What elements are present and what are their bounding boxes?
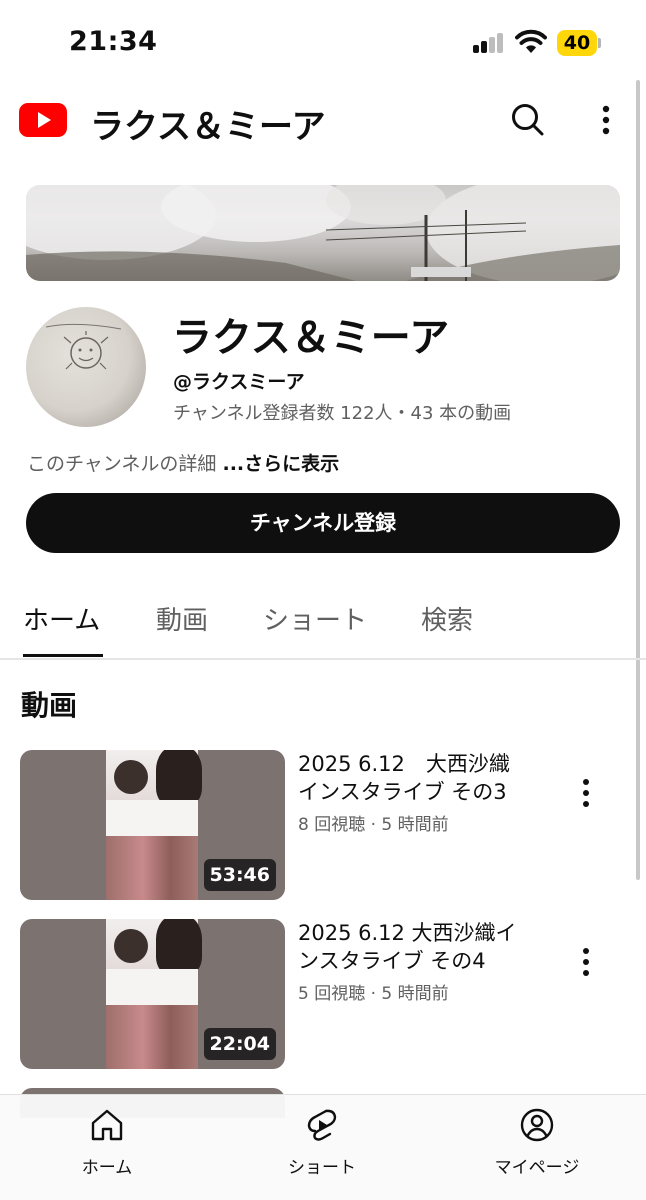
channel-description-text: このチャンネルの詳細: [27, 453, 223, 475]
video-item[interactable]: 22:04 2025 6.12 大西沙織イ ンスタライブ その4 5 回視聴 ·…: [0, 919, 646, 1069]
section-title: 動画: [21, 689, 78, 722]
search-icon[interactable]: [508, 100, 548, 140]
nav-home-label: ホーム: [81, 1158, 133, 1178]
video-more-icon[interactable]: [573, 945, 599, 979]
wifi-icon: [515, 29, 547, 53]
show-more-link[interactable]: ...さらに表示: [222, 453, 339, 475]
video-title[interactable]: 2025 6.12 大西沙織イ ンスタライブ その4: [298, 919, 548, 975]
channel-avatar[interactable]: [26, 307, 146, 427]
battery-percent: 40: [563, 32, 591, 54]
app-header: ラクス＆ミーア: [0, 80, 646, 160]
nav-shorts[interactable]: ショート: [252, 1095, 392, 1200]
active-tab-indicator: [23, 654, 103, 657]
channel-name: ラクス＆ミーア: [172, 315, 450, 361]
status-bar: 21:34 40: [0, 0, 646, 80]
profile-icon: [520, 1108, 554, 1142]
video-title[interactable]: 2025 6.12 大西沙織 インスタライブ その3: [298, 750, 548, 806]
youtube-logo-icon[interactable]: [19, 103, 67, 137]
video-item[interactable]: 53:46 2025 6.12 大西沙織 インスタライブ その3 8 回視聴 ·…: [0, 750, 646, 900]
more-options-icon[interactable]: [592, 100, 620, 140]
video-meta: 8 回視聴 · 5 時間前: [298, 815, 449, 835]
video-meta: 5 回視聴 · 5 時間前: [298, 984, 449, 1004]
nav-my-page-label: マイページ: [494, 1158, 580, 1178]
nav-home[interactable]: ホーム: [37, 1095, 177, 1200]
subscribe-button[interactable]: チャンネル登録: [26, 493, 620, 553]
status-time: 21:34: [69, 26, 158, 57]
home-icon: [91, 1109, 123, 1141]
channel-tabs: ホーム 動画 ショート 検索: [0, 580, 646, 660]
nav-shorts-label: ショート: [288, 1158, 356, 1178]
tab-search[interactable]: 検索: [421, 600, 473, 637]
tab-videos[interactable]: 動画: [156, 600, 208, 637]
screen: 21:34 40 ラクス＆ミーア ラクス＆ミーア @ラクスミーア チャンネル登録…: [0, 0, 646, 1200]
cherry-blossom-banner-image: [26, 185, 620, 281]
bottom-navigation: ホーム ショート マイページ: [0, 1094, 646, 1200]
nav-my-page[interactable]: マイページ: [467, 1095, 607, 1200]
channel-handle: @ラクスミーア: [173, 371, 305, 393]
video-more-icon[interactable]: [573, 776, 599, 810]
video-duration: 22:04: [203, 1028, 276, 1060]
battery-icon: 40: [557, 30, 601, 56]
channel-description[interactable]: このチャンネルの詳細 ...さらに表示: [27, 449, 339, 476]
shorts-icon: [307, 1109, 337, 1141]
header-title: ラクス＆ミーア: [90, 107, 326, 147]
tab-shorts[interactable]: ショート: [263, 600, 367, 637]
video-thumbnail[interactable]: 22:04: [20, 919, 285, 1069]
tab-home[interactable]: ホーム: [23, 600, 100, 637]
channel-banner: [26, 185, 620, 281]
cellular-signal-icon: [473, 33, 505, 53]
video-duration: 53:46: [203, 859, 276, 891]
video-thumbnail[interactable]: 53:46: [20, 750, 285, 900]
channel-stats: チャンネル登録者数 122人・43 本の動画: [173, 403, 512, 424]
